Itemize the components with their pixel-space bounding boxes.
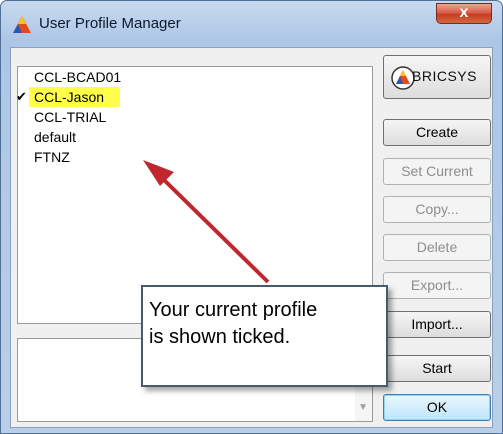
copy-button[interactable]: Copy... <box>383 196 491 223</box>
create-button[interactable]: Create <box>383 119 491 146</box>
profile-item[interactable]: CCL-BCAD01 <box>34 67 121 87</box>
profile-item[interactable]: CCL-TRIAL <box>34 107 106 127</box>
window-title: User Profile Manager <box>39 15 181 32</box>
callout-line-1: Your current profile <box>149 299 318 321</box>
bricsys-logo-text: BRICSYS <box>412 68 477 84</box>
profile-name: CCL-Jason <box>34 89 105 105</box>
title-bar[interactable]: User Profile Manager x <box>1 1 502 47</box>
annotation-callout: Your current profile is shown ticked. <box>141 285 388 387</box>
import-button[interactable]: Import... <box>383 311 491 338</box>
scroll-down-icon[interactable]: ▼ <box>358 402 368 413</box>
close-button[interactable]: x <box>436 3 492 24</box>
profile-name: FTNZ <box>34 149 70 165</box>
profile-item[interactable]: FTNZ <box>34 147 70 167</box>
callout-line-2: is shown ticked. <box>149 326 291 348</box>
delete-button[interactable]: Delete <box>383 234 491 261</box>
export-button[interactable]: Export... <box>383 272 491 299</box>
start-button[interactable]: Start <box>383 355 491 382</box>
profile-name: CCL-BCAD01 <box>34 69 122 85</box>
profile-item[interactable]: default <box>34 127 76 147</box>
checkmark-icon: ✔ <box>16 89 27 104</box>
ok-button[interactable]: OK <box>383 394 491 421</box>
profile-item-current[interactable]: ✔ CCL-Jason <box>16 87 121 107</box>
bricsys-logo-button[interactable]: BRICSYS <box>383 55 491 99</box>
profile-name: CCL-TRIAL <box>34 109 107 125</box>
profile-name: default <box>34 129 77 145</box>
set-current-button[interactable]: Set Current <box>383 158 491 185</box>
bricscad-app-icon <box>13 16 31 33</box>
